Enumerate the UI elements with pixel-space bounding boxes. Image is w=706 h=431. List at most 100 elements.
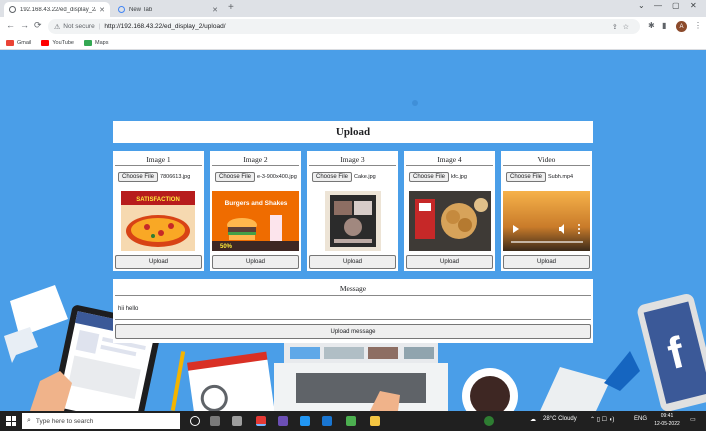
notifications-icon[interactable]: ▭	[690, 416, 696, 423]
file-input[interactable]: Choose File kfc.jpg	[409, 170, 493, 183]
card-label: Image 2	[212, 153, 299, 166]
address-bar[interactable]: ⚠ Not secure | http://192.168.43.22/ed_d…	[48, 19, 640, 34]
bookmark-youtube[interactable]: YouTube	[41, 39, 74, 46]
choose-file-button[interactable]: Choose File	[312, 171, 353, 182]
choose-file-button[interactable]: Choose File	[409, 171, 450, 182]
reload-button[interactable]: ⟳	[34, 20, 42, 31]
tab-upload[interactable]: 192.168.43.22/ed_display_2/uplo ✕	[4, 2, 110, 17]
upload-button[interactable]: Upload	[406, 255, 493, 269]
clock[interactable]: 09:41 12-05-2022	[652, 412, 682, 428]
separator: |	[98, 23, 101, 30]
image-preview-kfc	[409, 191, 491, 251]
share-bookmark-icons[interactable]: ⇪☆	[612, 23, 634, 31]
taskbar-search-input[interactable]: ⌕ Type here to search	[22, 413, 180, 429]
close-tab-icon[interactable]: ✕	[212, 6, 218, 14]
upload-message-button[interactable]: Upload message	[115, 324, 591, 339]
file-name: 7806613.jpg	[160, 173, 191, 180]
clock-date: 12-05-2022	[654, 421, 680, 427]
file-name: kfc.jpg	[451, 173, 467, 180]
image-card-4: Image 4 Choose File kfc.jpg Upload	[404, 151, 495, 271]
url-text: http://192.168.43.22/ed_display_2/upload…	[104, 23, 226, 30]
file-explorer-icon[interactable]	[370, 416, 380, 426]
windows-taskbar: ⌕ Type here to search ☁ 28°C Cloudy ⌃ ▯ …	[0, 411, 706, 431]
new-tab-button[interactable]: +	[228, 2, 234, 13]
card-label: Image 4	[406, 153, 493, 166]
task-view-icon[interactable]	[210, 416, 220, 426]
app-icon[interactable]	[300, 416, 310, 426]
tab-title: New Tab	[129, 6, 153, 13]
weather-text[interactable]: 28°C Cloudy	[543, 416, 577, 422]
file-input[interactable]: Choose File Cake.jpg	[312, 170, 396, 183]
menu-icon[interactable]: ⋮	[694, 21, 702, 30]
choose-file-button[interactable]: Choose File	[215, 171, 256, 182]
settings-icon[interactable]	[232, 416, 242, 426]
gmail-icon	[6, 39, 14, 46]
video-player[interactable]	[503, 191, 590, 251]
image-card-1: Image 1 Choose File 7806613.jpg SATISFAC…	[113, 151, 204, 271]
upload-button[interactable]: Upload	[503, 255, 590, 269]
tab-bar: 192.168.43.22/ed_display_2/uplo ✕ New Ta…	[0, 0, 706, 17]
search-icon: ⌕	[27, 417, 31, 424]
file-name: e-3-900x400.jpg	[257, 173, 297, 180]
choose-file-button[interactable]: Choose File	[506, 171, 547, 182]
choose-file-button[interactable]: Choose File	[118, 171, 159, 182]
card-label: Video	[503, 153, 590, 166]
card-label: Image 3	[309, 153, 396, 166]
bookmark-gmail[interactable]: Gmail	[6, 39, 32, 46]
image-preview-pizza: SATISFACTION	[121, 191, 195, 251]
upload-button[interactable]: Upload	[212, 255, 299, 269]
message-panel: Message hii hello Upload message	[113, 279, 593, 343]
windows-start-icon[interactable]	[6, 416, 16, 426]
extensions-icon[interactable]: ✱	[648, 21, 655, 30]
bookmark-maps[interactable]: Maps	[84, 39, 109, 46]
avatar[interactable]: A	[676, 21, 687, 32]
file-input[interactable]: Choose File 7806613.jpg	[118, 170, 202, 183]
upload-button[interactable]: Upload	[309, 255, 396, 269]
clock-time: 09:41	[660, 413, 674, 419]
image-preview-cake	[325, 191, 381, 251]
warning-icon: ⚠	[54, 23, 61, 31]
tab-title: 192.168.43.22/ed_display_2/uplo	[20, 6, 97, 13]
youtube-icon	[41, 39, 50, 46]
language-indicator[interactable]: ENG	[634, 416, 647, 422]
minimize-button[interactable]: —	[654, 1, 662, 10]
burger-price-text: 50%	[220, 244, 233, 250]
message-textarea[interactable]: hii hello	[115, 300, 591, 320]
chrome-icon[interactable]	[256, 416, 266, 426]
vscode-icon[interactable]	[322, 416, 332, 426]
bookmark-label: Maps	[95, 39, 109, 46]
chrome-icon	[118, 6, 125, 13]
app-icon[interactable]	[346, 416, 356, 426]
tray-icons[interactable]: ⌃ ▯ ☐ ◖)	[590, 416, 614, 423]
upload-heading: Upload	[113, 121, 593, 143]
image-preview-burger: Burgers and Shakes 50%	[212, 191, 299, 251]
close-tab-icon[interactable]: ✕	[99, 6, 105, 14]
pizza-banner-text: SATISFACTION	[136, 197, 180, 203]
file-name: Cake.jpg	[354, 173, 376, 180]
upload-button[interactable]: Upload	[115, 255, 202, 269]
app-icon[interactable]	[278, 416, 288, 426]
search-placeholder: Type here to search	[35, 417, 94, 425]
video-card: Video Choose File Subh.mp4 Upload	[501, 151, 592, 271]
side-panel-icon[interactable]: ▮	[662, 21, 666, 30]
bookmark-label: YouTube	[52, 39, 74, 46]
globe-icon	[9, 6, 16, 13]
image-card-3: Image 3 Choose File Cake.jpg Upload	[307, 151, 398, 271]
message-label: Message	[115, 281, 591, 296]
file-input[interactable]: Choose File e-3-900x400.jpg	[215, 170, 299, 183]
close-window-button[interactable]: ✕	[690, 1, 697, 10]
forward-button[interactable]: →	[20, 20, 29, 30]
weather-icon: ☁	[530, 417, 536, 423]
cortana-icon[interactable]	[190, 416, 200, 426]
file-input[interactable]: Choose File Subh.mp4	[506, 170, 590, 183]
file-name: Subh.mp4	[548, 173, 574, 180]
tab-new-tab[interactable]: New Tab ✕	[113, 2, 223, 17]
maps-icon	[84, 39, 92, 46]
app-icon[interactable]	[484, 416, 494, 426]
maximize-button[interactable]: ▢	[672, 1, 680, 10]
card-label: Image 1	[115, 153, 202, 166]
tab-search-icon[interactable]: ⌄	[638, 1, 645, 10]
back-button[interactable]: ←	[6, 20, 15, 30]
bookmark-label: Gmail	[17, 39, 32, 46]
bookmarks-bar: Gmail YouTube Maps	[0, 36, 706, 50]
